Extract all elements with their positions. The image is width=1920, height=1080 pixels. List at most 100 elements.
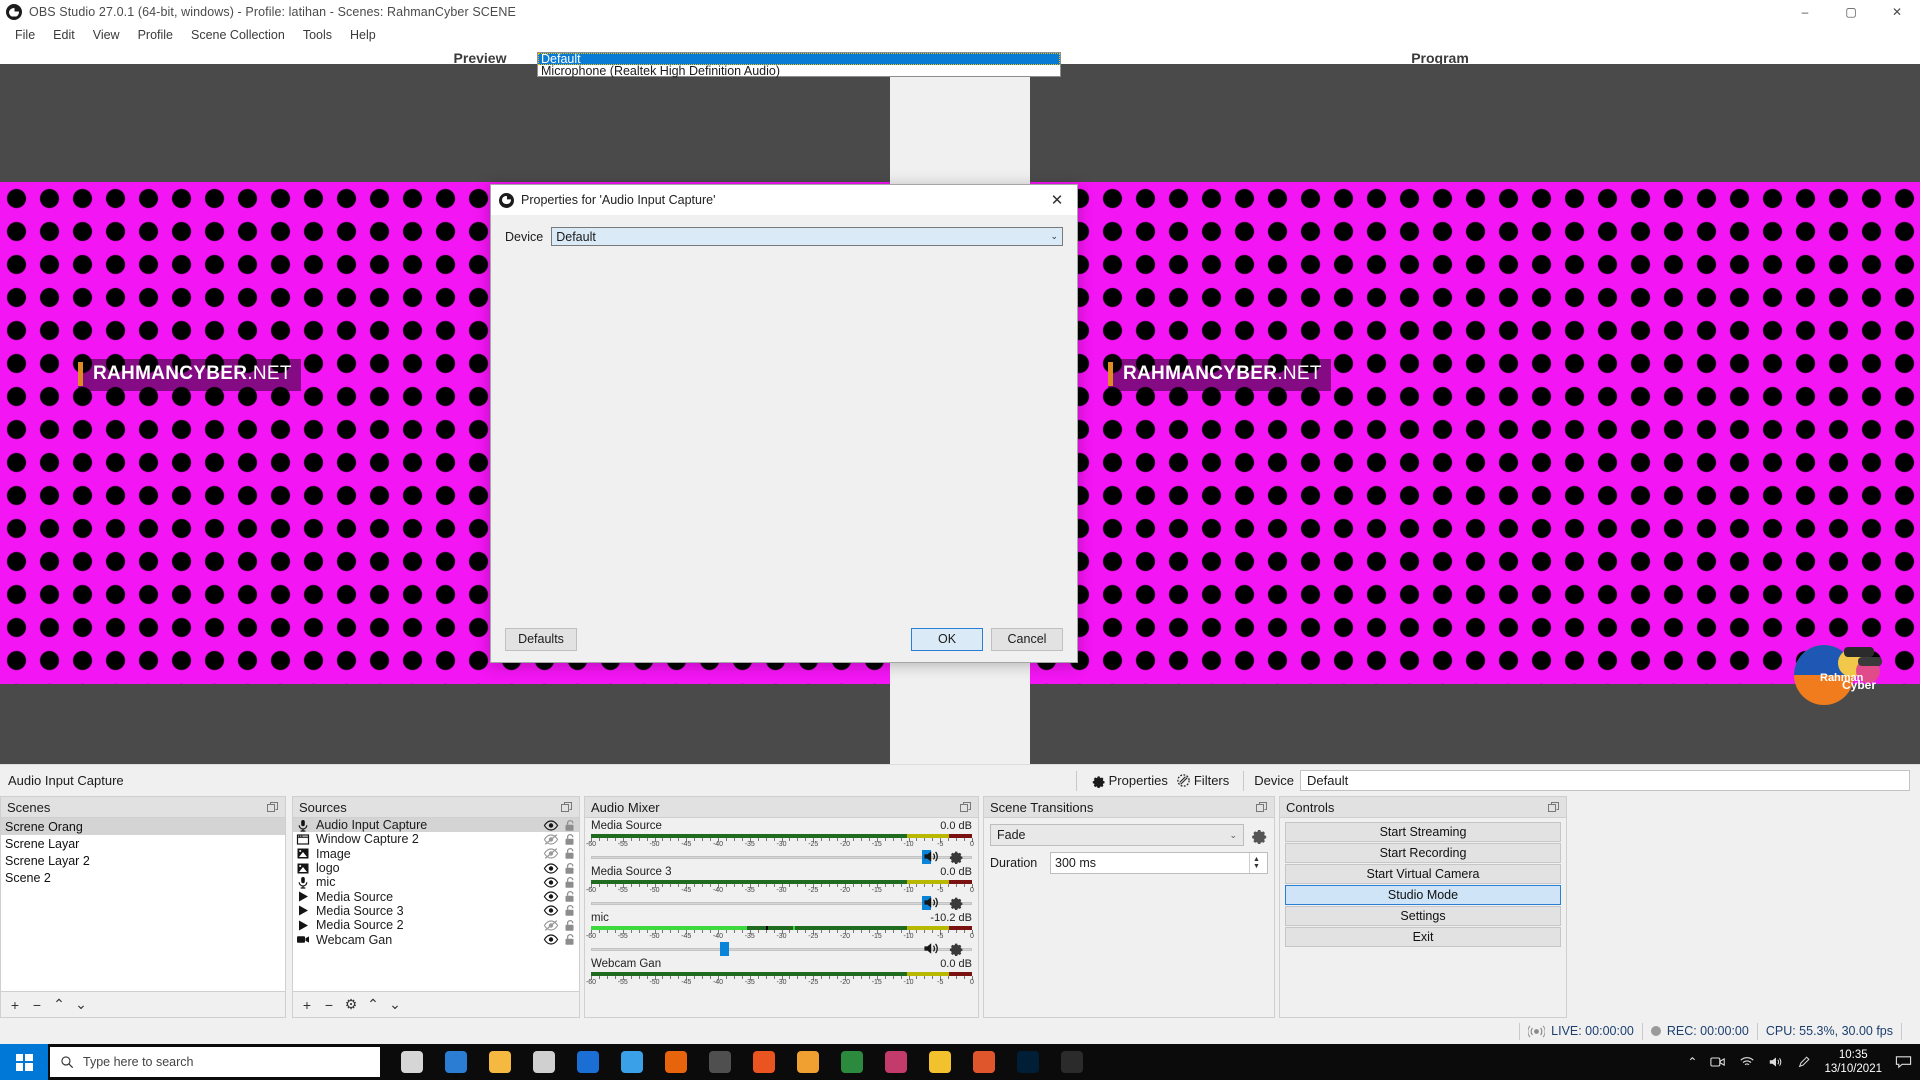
taskbar-search-input[interactable]: Type here to search <box>50 1047 380 1077</box>
source-list-item[interactable]: Window Capture 2 <box>293 832 579 846</box>
close-button[interactable]: ✕ <box>1874 0 1920 24</box>
dialog-device-combo[interactable]: Default ⌄ <box>551 227 1063 246</box>
filters-button[interactable]: Filters <box>1172 771 1233 790</box>
duration-spinbox[interactable]: 300 ms ▲ ▼ <box>1050 852 1268 874</box>
exit-button[interactable]: Exit <box>1285 927 1561 947</box>
add-scene-button[interactable]: + <box>5 995 25 1015</box>
float-dock-icon[interactable] <box>959 801 972 814</box>
start-recording-button[interactable]: Start Recording <box>1285 843 1561 863</box>
lock-icon[interactable] <box>564 919 576 932</box>
volume-icon[interactable] <box>1768 1055 1784 1069</box>
mixer-track[interactable]: Webcam Gan 0.0 dB -60 -55 -50 -45 -40 -35 -30 -25… <box>585 956 978 987</box>
cancel-button[interactable]: Cancel <box>991 627 1063 651</box>
mixer-volume-slider[interactable] <box>591 942 972 956</box>
taskbar-firefox-icon[interactable] <box>744 1044 784 1080</box>
scene-item[interactable]: Screne Layar 2 <box>1 852 285 869</box>
menu-scene-collection[interactable]: Scene Collection <box>182 25 294 45</box>
mixer-volume-slider[interactable] <box>591 896 972 910</box>
eye-hidden-icon[interactable] <box>543 847 559 860</box>
taskbar-onedrive-icon[interactable] <box>612 1044 652 1080</box>
source-list-item[interactable]: Media Source <box>293 889 579 904</box>
taskbar-file-explorer-icon[interactable] <box>480 1044 520 1080</box>
source-settings-button[interactable]: ⚙ <box>341 995 361 1015</box>
taskbar-chrome-canary-icon[interactable] <box>964 1044 1004 1080</box>
studio-mode-button[interactable]: Studio Mode <box>1285 885 1561 905</box>
eye-visible-icon[interactable] <box>543 862 559 875</box>
minimize-button[interactable]: – <box>1782 0 1828 24</box>
maximize-button[interactable]: ▢ <box>1828 0 1874 24</box>
taskbar-clock[interactable]: 10:35 13/10/2021 <box>1824 1048 1882 1076</box>
sources-list[interactable]: Audio Input Capture Window Capture 2 Image… <box>292 818 580 992</box>
settings-button[interactable]: Settings <box>1285 906 1561 926</box>
source-list-item[interactable]: Image <box>293 847 579 861</box>
taskbar-paint-icon[interactable] <box>876 1044 916 1080</box>
move-scene-up-button[interactable]: ⌃ <box>49 995 69 1015</box>
float-dock-icon[interactable] <box>1547 801 1560 814</box>
mixer-volume-slider[interactable] <box>591 850 972 864</box>
tray-chevron-icon[interactable]: ⌃ <box>1687 1055 1697 1069</box>
taskbar-chrome-icon[interactable] <box>832 1044 872 1080</box>
scenes-list[interactable]: Screne Orang Screne Layar Screne Layar 2… <box>0 818 286 992</box>
taskbar-vlc-icon[interactable] <box>656 1044 696 1080</box>
remove-scene-button[interactable]: − <box>27 995 47 1015</box>
wifi-icon[interactable] <box>1739 1055 1755 1069</box>
taskbar-movie-maker-icon[interactable] <box>700 1044 740 1080</box>
taskbar-task-view-icon[interactable] <box>392 1044 432 1080</box>
source-list-item[interactable]: logo <box>293 861 579 875</box>
eye-hidden-icon[interactable] <box>543 919 559 932</box>
move-source-down-button[interactable]: ⌄ <box>385 995 405 1015</box>
taskbar-photoshop-icon[interactable] <box>1008 1044 1048 1080</box>
scene-item[interactable]: Scene 2 <box>1 869 285 886</box>
eye-visible-icon[interactable] <box>543 933 559 946</box>
eye-visible-icon[interactable] <box>543 819 559 832</box>
taskbar-wmp-icon[interactable] <box>788 1044 828 1080</box>
source-list-item[interactable]: Media Source 2 <box>293 918 579 932</box>
start-button[interactable] <box>0 1044 48 1080</box>
float-dock-icon[interactable] <box>266 801 279 814</box>
notification-icon[interactable] <box>1895 1055 1912 1069</box>
float-dock-icon[interactable] <box>560 801 573 814</box>
lock-icon[interactable] <box>564 933 576 946</box>
device-dropdown-popup[interactable]: Default Microphone (Realtek High Definit… <box>537 52 1061 78</box>
source-list-item[interactable]: Audio Input Capture <box>293 818 579 833</box>
mixer-track[interactable]: Media Source 0.0 dB -60 -55 -50 -45 -40 -35 -30-… <box>585 818 978 864</box>
eye-hidden-icon[interactable] <box>543 833 559 846</box>
mixer-track[interactable]: mic -10.2 dB -60 -55 -50 -45 -40 -35 -30 -25 -20 -1… <box>585 910 978 956</box>
eye-visible-icon[interactable] <box>543 876 559 889</box>
source-list-item[interactable]: Webcam Gan <box>293 932 579 947</box>
taskbar-notepad-icon[interactable] <box>920 1044 960 1080</box>
menu-edit[interactable]: Edit <box>44 25 84 45</box>
start-streaming-button[interactable]: Start Streaming <box>1285 822 1561 842</box>
slider-handle[interactable] <box>720 942 730 956</box>
pen-icon[interactable] <box>1797 1055 1811 1069</box>
speaker-mute-icon[interactable] <box>923 941 940 956</box>
menu-help[interactable]: Help <box>341 25 385 45</box>
defaults-button[interactable]: Defaults <box>505 627 577 651</box>
dropdown-option[interactable]: Microphone (Realtek High Definition Audi… <box>538 64 1060 78</box>
lock-icon[interactable] <box>564 847 576 860</box>
ok-button[interactable]: OK <box>911 627 983 651</box>
lock-icon[interactable] <box>564 876 576 889</box>
move-source-up-button[interactable]: ⌃ <box>363 995 383 1015</box>
scene-item[interactable]: Screne Orang <box>1 818 285 835</box>
eye-visible-icon[interactable] <box>543 890 559 903</box>
dialog-close-button[interactable]: ✕ <box>1037 185 1077 215</box>
taskbar-obs-icon[interactable] <box>1052 1044 1092 1080</box>
menu-view[interactable]: View <box>84 25 129 45</box>
taskbar-store-icon[interactable] <box>524 1044 564 1080</box>
device-combo[interactable]: Default <box>1300 770 1910 791</box>
add-source-button[interactable]: + <box>297 995 317 1015</box>
lock-icon[interactable] <box>564 862 576 875</box>
program-canvas[interactable]: RAHMANCYBER.NET Rahman Cyber <box>1030 64 1920 764</box>
source-list-item[interactable]: Media Source 3 <box>293 904 579 918</box>
taskbar-mail-icon[interactable] <box>568 1044 608 1080</box>
audio-mixer-tracks[interactable]: Media Source 0.0 dB -60 -55 -50 -45 -40 -35 -30-… <box>584 818 979 1018</box>
properties-button[interactable]: Properties <box>1087 771 1172 790</box>
lock-icon[interactable] <box>564 833 576 846</box>
lock-icon[interactable] <box>564 890 576 903</box>
stepper-down-icon[interactable]: ▼ <box>1253 863 1260 870</box>
mixer-gear-icon[interactable] <box>948 894 964 910</box>
duration-stepper[interactable]: ▲ ▼ <box>1249 853 1263 873</box>
mixer-gear-icon[interactable] <box>948 940 964 956</box>
lock-icon[interactable] <box>564 904 576 917</box>
